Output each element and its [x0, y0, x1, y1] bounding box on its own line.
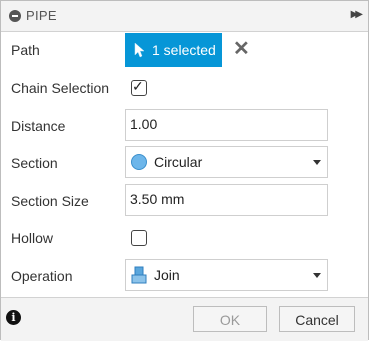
dialog-titlebar: PIPE ▶▶ [1, 1, 368, 32]
path-label: Path [11, 42, 40, 58]
operation-dropdown-value: Join [154, 267, 180, 283]
distance-label: Distance [11, 118, 66, 134]
path-selection-count: 1 selected [152, 42, 216, 58]
section-size-field[interactable] [126, 185, 320, 213]
join-icon [131, 266, 147, 284]
section-size-label: Section Size [11, 193, 89, 209]
chevron-down-icon [313, 160, 321, 165]
ok-button[interactable]: OK [193, 306, 267, 332]
checkmark-icon: ✓ [132, 78, 144, 94]
pipe-dialog: PIPE ▶▶ Path 1 selected ✕ Chain Selectio… [0, 0, 369, 341]
chain-selection-checkbox[interactable]: ✓ [131, 78, 147, 96]
section-size-field-box [125, 184, 328, 216]
hollow-label: Hollow [11, 230, 54, 246]
dialog-footer: i OK Cancel [1, 297, 368, 341]
operation-label: Operation [11, 268, 73, 284]
section-dropdown-value: Circular [154, 154, 203, 170]
section-dropdown[interactable]: Circular [125, 146, 328, 178]
cursor-arrow-icon [134, 42, 145, 58]
operation-dropdown[interactable]: Join [125, 259, 328, 291]
info-icon[interactable]: i [6, 310, 21, 325]
distance-field-box [125, 109, 328, 141]
double-chevron-right-icon[interactable]: ▶▶ [351, 9, 364, 20]
hollow-checkbox[interactable] [131, 230, 147, 246]
dialog-title: PIPE [26, 8, 57, 23]
section-label: Section [11, 155, 58, 171]
chain-selection-label: Chain Selection [11, 80, 110, 96]
collapse-icon[interactable] [9, 10, 21, 22]
chevron-down-icon [313, 273, 321, 278]
path-select-button[interactable]: 1 selected [125, 33, 222, 67]
circle-icon [131, 154, 147, 170]
distance-field[interactable] [126, 110, 320, 138]
close-icon[interactable]: ✕ [233, 39, 250, 59]
cancel-button[interactable]: Cancel [279, 306, 355, 332]
